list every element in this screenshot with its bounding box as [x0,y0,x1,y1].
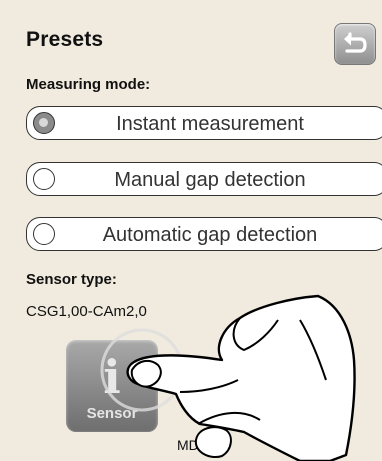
option-label: Automatic gap detection [102,224,318,246]
option-label: Instant measurement [116,113,304,135]
radio-unselected[interactable] [33,223,55,245]
option-automatic-gap-detection[interactable]: Automatic gap detection [26,217,382,251]
footer-text: MD [177,437,199,453]
return-arrow-icon [344,32,367,53]
sensor-button-label: Sensor [86,405,138,422]
info-icon: i [103,350,121,404]
sensor-type-label: Sensor type: [26,271,117,288]
sensor-type-value: CSG1,00-CAm2,0 [26,303,147,320]
option-manual-gap-detection[interactable]: Manual gap detection [26,162,382,196]
option-label: Manual gap detection [114,169,306,191]
back-button[interactable] [334,23,376,65]
option-instant-measurement[interactable]: Instant measurement [26,106,382,140]
page-title: Presets [26,28,104,51]
measuring-mode-label: Measuring mode: [26,76,151,93]
sensor-button[interactable]: i Sensor [66,340,158,432]
radio-selected[interactable] [33,112,55,134]
radio-unselected[interactable] [33,168,55,190]
